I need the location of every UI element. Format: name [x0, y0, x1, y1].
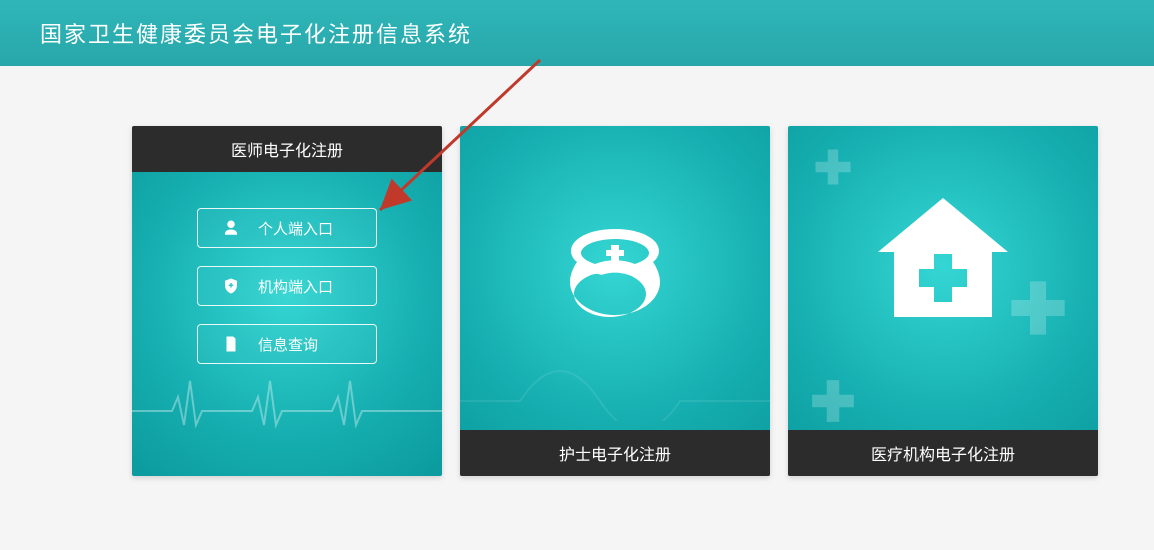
page-title: 国家卫生健康委员会电子化注册信息系统	[40, 17, 472, 49]
personal-entry-button[interactable]: 个人端入口	[197, 208, 377, 248]
card-doctor: 医师电子化注册 个人端入口 机构端入口 信息查询	[132, 126, 442, 476]
card-nurse-body	[460, 126, 770, 476]
plus-icon	[812, 146, 854, 188]
card-doctor-body: 个人端入口 机构端入口 信息查询	[132, 172, 442, 476]
user-icon	[222, 219, 240, 237]
plus-icon	[1006, 276, 1070, 340]
card-hospital-title: 医疗机构电子化注册	[788, 430, 1098, 476]
personal-entry-label: 个人端入口	[258, 218, 333, 239]
info-query-button[interactable]: 信息查询	[197, 324, 377, 364]
shield-icon	[222, 277, 240, 295]
card-doctor-title: 医师电子化注册	[132, 126, 442, 172]
ecg-decoration	[460, 361, 770, 421]
page-header: 国家卫生健康委员会电子化注册信息系统	[0, 0, 1154, 66]
org-entry-button[interactable]: 机构端入口	[197, 266, 377, 306]
card-nurse[interactable]: 护士电子化注册	[460, 126, 770, 476]
hospital-house-icon	[868, 186, 1018, 336]
cards-row: 医师电子化注册 个人端入口 机构端入口 信息查询	[0, 66, 1154, 476]
info-query-label: 信息查询	[258, 334, 318, 355]
card-nurse-title: 护士电子化注册	[460, 430, 770, 476]
ecg-decoration	[132, 371, 442, 431]
search-icon	[222, 335, 240, 353]
plus-icon	[808, 376, 858, 426]
card-hospital[interactable]: 医疗机构电子化注册	[788, 126, 1098, 476]
nurse-cap-icon	[555, 211, 675, 331]
card-hospital-body	[788, 126, 1098, 476]
org-entry-label: 机构端入口	[258, 276, 333, 297]
